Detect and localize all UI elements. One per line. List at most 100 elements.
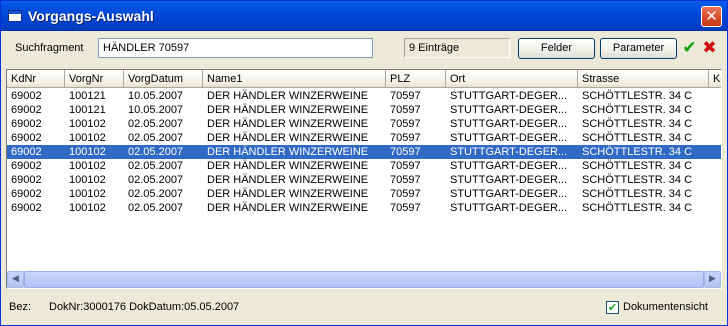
table-cell: SCHÖTTLESTR. 34 C	[582, 174, 693, 186]
table-cell: SCHÖTTLESTR. 34 C	[582, 132, 693, 144]
window-icon	[8, 10, 22, 22]
table-cell: 02.05.2007	[128, 160, 184, 172]
table-cell: DER HÄNDLER WINZERWEINE	[207, 146, 369, 158]
bez-label: Bez:	[9, 301, 32, 313]
table-cell: STUTTGART-DEGER...	[450, 132, 568, 144]
table-cell: DER HÄNDLER WINZERWEINE	[207, 90, 369, 102]
table-row[interactable]: 69002 100102 02.05.2007 DER HÄNDLER WINZERW…	[7, 131, 721, 145]
table-header: KdNrVorgNrVorgDatumName1PLZOrtStrasseKo	[7, 70, 721, 88]
table-cell: 69002	[11, 118, 42, 130]
table-cell: 70597	[390, 188, 421, 200]
table-cell: 100102	[69, 188, 106, 200]
table-cell: 02.05.2007	[128, 188, 184, 200]
table-cell: 100121	[69, 104, 106, 116]
table-cell: STUTTGART-DEGER...	[450, 188, 568, 200]
table-cell: 100102	[69, 202, 106, 214]
table-cell: 70597	[390, 90, 421, 102]
table-cell: 100102	[69, 146, 106, 158]
column-header-kdnr[interactable]: KdNr	[7, 70, 65, 88]
horizontal-scrollbar[interactable]: ◀ ▶	[7, 271, 721, 288]
table-cell: 69002	[11, 104, 42, 116]
table-row[interactable]: 69002 100121 10.05.2007 DER HÄNDLER WINZERW…	[7, 89, 721, 103]
column-header-strasse[interactable]: Strasse	[578, 70, 709, 88]
table-cell: 69002	[11, 188, 42, 200]
scroll-right-arrow-icon[interactable]: ▶	[704, 271, 721, 288]
table-cell: SCHÖTTLESTR. 34 C	[582, 90, 693, 102]
table-cell: 100102	[69, 174, 106, 186]
column-header-ort[interactable]: Ort	[446, 70, 578, 88]
parameter-button[interactable]: Parameter	[600, 38, 677, 59]
table-cell: 100102	[69, 118, 106, 130]
title-bar[interactable]: Vorgangs-Auswahl ✕	[1, 1, 727, 31]
table-cell: DER HÄNDLER WINZERWEINE	[207, 174, 369, 186]
table-cell: DER HÄNDLER WINZERWEINE	[207, 104, 369, 116]
table-cell: SCHÖTTLESTR. 34 C	[582, 146, 693, 158]
column-header-name1[interactable]: Name1	[203, 70, 386, 88]
column-header-plz[interactable]: PLZ	[386, 70, 446, 88]
table-cell: 69002	[11, 174, 42, 186]
table-cell: STUTTGART-DEGER...	[450, 202, 568, 214]
table-cell: DER HÄNDLER WINZERWEINE	[207, 118, 369, 130]
table-cell: DER HÄNDLER WINZERWEINE	[207, 188, 369, 200]
table-cell: SCHÖTTLESTR. 34 C	[582, 160, 693, 172]
scroll-thumb[interactable]	[24, 271, 704, 288]
table-cell: 69002	[11, 202, 42, 214]
column-header-vorgdatum[interactable]: VorgDatum	[124, 70, 203, 88]
table-cell: STUTTGART-DEGER...	[450, 174, 568, 186]
table-cell: SCHÖTTLESTR. 34 C	[582, 118, 693, 130]
table-cell: STUTTGART-DEGER...	[450, 146, 568, 158]
table-row[interactable]: 69002 100102 02.05.2007 DER HÄNDLER WINZERW…	[7, 159, 721, 173]
table-row[interactable]: 69002 100102 02.05.2007 DER HÄNDLER WINZERW…	[7, 145, 721, 159]
table-body: KdNrVorgNrVorgDatumName1PLZOrtStrasseKo …	[7, 70, 721, 272]
table-row[interactable]: 69002 100102 02.05.2007 DER HÄNDLER WINZERW…	[7, 117, 721, 131]
table-cell: SCHÖTTLESTR. 34 C	[582, 188, 693, 200]
table-cell: 100121	[69, 90, 106, 102]
table-cell: STUTTGART-DEGER...	[450, 160, 568, 172]
table-cell: 69002	[11, 146, 42, 158]
table-cell: STUTTGART-DEGER...	[450, 118, 568, 130]
table-cell: DER HÄNDLER WINZERWEINE	[207, 160, 369, 172]
dokumentensicht-checkbox[interactable]: ✔	[606, 301, 619, 314]
status-bar: Bez: DokNr:3000176 DokDatum:05.05.2007 ✔…	[1, 293, 727, 325]
table-cell: 100102	[69, 160, 106, 172]
table-row[interactable]: 69002 100102 02.05.2007 DER HÄNDLER WINZERW…	[7, 201, 721, 215]
search-input[interactable]: HÄNDLER 70597	[98, 38, 373, 58]
search-toolbar: Suchfragment HÄNDLER 70597 9 Einträge Fe…	[1, 32, 727, 63]
table-cell: 70597	[390, 160, 421, 172]
confirm-check-icon[interactable]: ✔	[681, 39, 698, 58]
table-row[interactable]: 69002 100102 02.05.2007 DER HÄNDLER WINZERW…	[7, 173, 721, 187]
table-cell: 70597	[390, 132, 421, 144]
table-cell: 69002	[11, 132, 42, 144]
table-cell: 02.05.2007	[128, 118, 184, 130]
table-row[interactable]: 69002 100121 10.05.2007 DER HÄNDLER WINZERW…	[7, 103, 721, 117]
table-cell: 02.05.2007	[128, 132, 184, 144]
table-cell: 02.05.2007	[128, 174, 184, 186]
felder-button[interactable]: Felder	[518, 38, 595, 59]
bez-value: DokNr:3000176 DokDatum:05.05.2007	[49, 301, 240, 313]
table-cell: 69002	[11, 160, 42, 172]
table-cell: 70597	[390, 202, 421, 214]
table-cell: DER HÄNDLER WINZERWEINE	[207, 202, 369, 214]
search-label: Suchfragment	[15, 42, 84, 54]
results-table: KdNrVorgNrVorgDatumName1PLZOrtStrasseKo …	[6, 69, 722, 289]
table-cell: STUTTGART-DEGER...	[450, 104, 568, 116]
table-row[interactable]: 69002 100102 02.05.2007 DER HÄNDLER WINZERW…	[7, 187, 721, 201]
column-header-ko[interactable]: Ko	[709, 70, 721, 88]
column-header-vorgnr[interactable]: VorgNr	[65, 70, 124, 88]
dokumentensicht-label[interactable]: Dokumentensicht	[623, 301, 708, 313]
dialog-window: Vorgangs-Auswahl ✕ Suchfragment HÄNDLER …	[0, 0, 728, 326]
table-cell: 02.05.2007	[128, 146, 184, 158]
close-button[interactable]: ✕	[701, 6, 722, 27]
table-cell: 10.05.2007	[128, 104, 184, 116]
table-cell: 70597	[390, 174, 421, 186]
cancel-x-icon[interactable]: ✖	[701, 39, 718, 58]
table-cell: SCHÖTTLESTR. 34 C	[582, 202, 693, 214]
table-cell: STUTTGART-DEGER...	[450, 90, 568, 102]
table-cell: 100102	[69, 132, 106, 144]
table-cell: SCHÖTTLESTR. 34 C	[582, 104, 693, 116]
table-cell: DER HÄNDLER WINZERWEINE	[207, 132, 369, 144]
table-cell: 70597	[390, 118, 421, 130]
entry-count: 9 Einträge	[404, 38, 510, 58]
window-title: Vorgangs-Auswahl	[28, 8, 154, 24]
scroll-left-arrow-icon[interactable]: ◀	[7, 271, 24, 288]
